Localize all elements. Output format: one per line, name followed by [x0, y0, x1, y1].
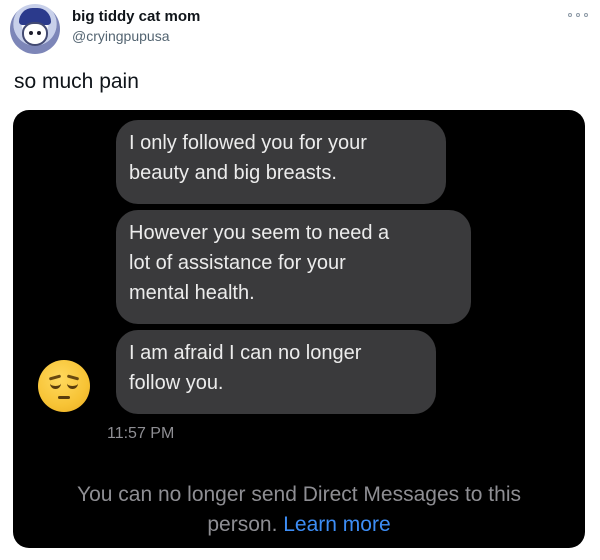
- emoji-eye: [50, 383, 61, 389]
- avatar-cat: [22, 22, 48, 46]
- more-horizontal-icon[interactable]: [568, 10, 588, 20]
- tweet-media-screenshot[interactable]: I only followed you for your beauty and …: [13, 110, 585, 548]
- message-line: lot of assistance for your: [129, 252, 346, 274]
- dm-restriction-notice: You can no longer send Direct Messages t…: [13, 480, 585, 540]
- dot: [584, 13, 588, 17]
- message-bubble: However you seem to need a lot of assist…: [116, 210, 471, 324]
- handle[interactable]: @cryingpupusa: [72, 28, 170, 44]
- tweet-header: big tiddy cat mom @cryingpupusa: [10, 4, 590, 60]
- message-line: I am afraid I can no longer: [129, 342, 362, 364]
- message-bubble: I am afraid I can no longer follow you.: [116, 330, 436, 414]
- message-line: beauty and big breasts.: [129, 162, 337, 184]
- avatar[interactable]: [10, 4, 60, 54]
- message-bubble: I only followed you for your beauty and …: [116, 120, 446, 204]
- notice-text: person.: [207, 513, 278, 536]
- message-timestamp: 11:57 PM: [107, 425, 175, 442]
- message-line: mental health.: [129, 282, 255, 304]
- display-name[interactable]: big tiddy cat mom: [72, 8, 200, 25]
- learn-more-link[interactable]: Learn more: [283, 513, 390, 536]
- emoji-eye: [67, 383, 78, 389]
- emoji-brow: [48, 374, 62, 381]
- tweet-text: so much pain: [14, 70, 139, 93]
- notice-line: You can no longer send Direct Messages t…: [77, 483, 521, 506]
- emoji-brow: [66, 374, 80, 381]
- notice-line: person. Learn more: [13, 510, 585, 540]
- message-line: I only followed you for your: [129, 132, 367, 154]
- message-line: However you seem to need a: [129, 222, 390, 244]
- pensive-face-icon: [38, 360, 90, 412]
- emoji-mouth: [58, 396, 70, 399]
- dot: [576, 13, 580, 17]
- message-line: follow you.: [129, 372, 224, 394]
- dot: [568, 13, 572, 17]
